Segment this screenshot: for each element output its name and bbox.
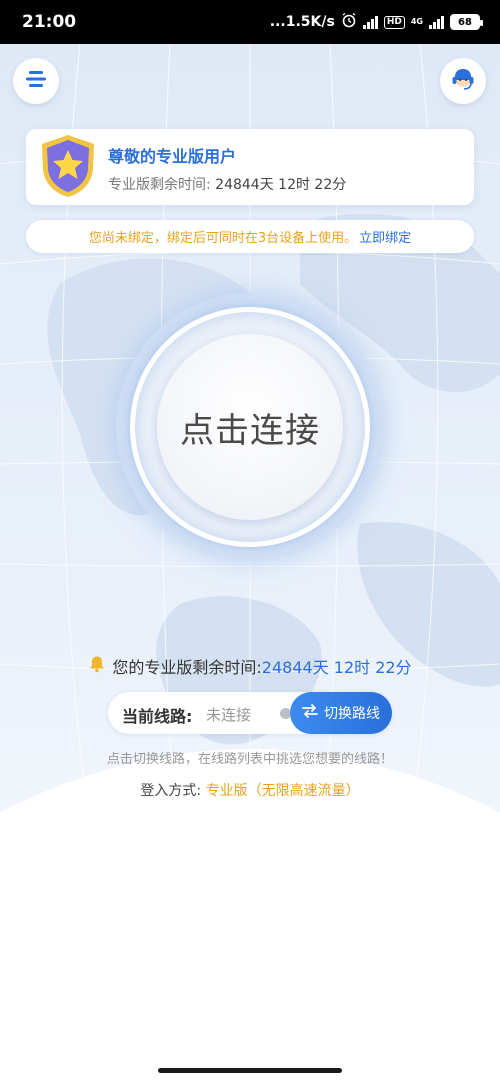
remain-time-label: 您的专业版剩余时间: — [112, 658, 262, 677]
route-selector: 当前线路: 未连接 切换路线 — [108, 692, 392, 734]
status-indicators: ...1.5K/s HD 4G 68 — [269, 12, 483, 32]
swap-arrows-icon — [302, 704, 318, 722]
customer-service-headset-icon — [448, 64, 478, 98]
remain-time-line: 您的专业版剩余时间:24844天 12时 22分 — [0, 654, 500, 678]
member-card: 尊敬的专业版用户 专业版剩余时间: 24844天 12时 22分 — [26, 129, 474, 205]
member-title: 尊敬的专业版用户 — [108, 147, 237, 166]
signal-icon-2 — [429, 15, 444, 29]
member-remain-label: 专业版剩余时间: — [108, 177, 211, 193]
member-remain-time: 专业版剩余时间: 24844天 12时 22分 — [108, 174, 346, 194]
switch-route-button[interactable]: 切换路线 — [290, 692, 392, 734]
route-hint: 点击切换线路，在线路列表中挑选您想要的线路！ — [106, 752, 393, 767]
bind-notice: 您尚未绑定，绑定后可同时在3台设备上使用。 立即绑定 — [26, 220, 474, 253]
connect-button[interactable]: 点击连接 — [157, 334, 343, 520]
battery-level: 68 — [458, 16, 472, 28]
connect-button-halo: 点击连接 — [116, 293, 384, 561]
login-method-label: 登入方式: — [140, 783, 206, 799]
switch-route-label: 切换路线 — [324, 706, 380, 722]
bind-notice-text: 您尚未绑定，绑定后可同时在3台设备上使用。 — [88, 231, 358, 246]
route-status: 未连接 — [206, 706, 252, 724]
home-indicator[interactable] — [158, 1068, 342, 1073]
route-label: 当前线路: — [122, 707, 193, 726]
net-speed: ...1.5K/s — [269, 14, 335, 30]
bell-icon — [88, 655, 106, 677]
alarm-icon — [341, 12, 357, 32]
connect-button-ring: 点击连接 — [130, 307, 370, 547]
hd-badge: HD — [383, 15, 405, 29]
login-method-value: 专业版（无限高速流量） — [205, 783, 360, 799]
battery-icon: 68 — [450, 14, 483, 30]
status-bar: 21:00 ...1.5K/s HD 4G 68 — [0, 0, 500, 44]
signal-icon — [362, 15, 378, 29]
login-method: 登入方式: 专业版（无限高速流量） — [0, 780, 500, 800]
network-type: 4G — [410, 17, 423, 26]
member-remain-value: 24844天 12时 22分 — [215, 177, 347, 193]
customer-service-button[interactable] — [440, 58, 486, 104]
menu-lines-icon — [24, 69, 48, 93]
bind-now-link[interactable]: 立即绑定 — [359, 227, 411, 246]
star-shield-icon — [38, 133, 98, 203]
remain-time-value: 24844天 12时 22分 — [261, 658, 412, 677]
connect-label: 点击连接 — [180, 410, 320, 451]
menu-button[interactable] — [13, 58, 59, 104]
status-time: 21:00 — [22, 12, 77, 32]
